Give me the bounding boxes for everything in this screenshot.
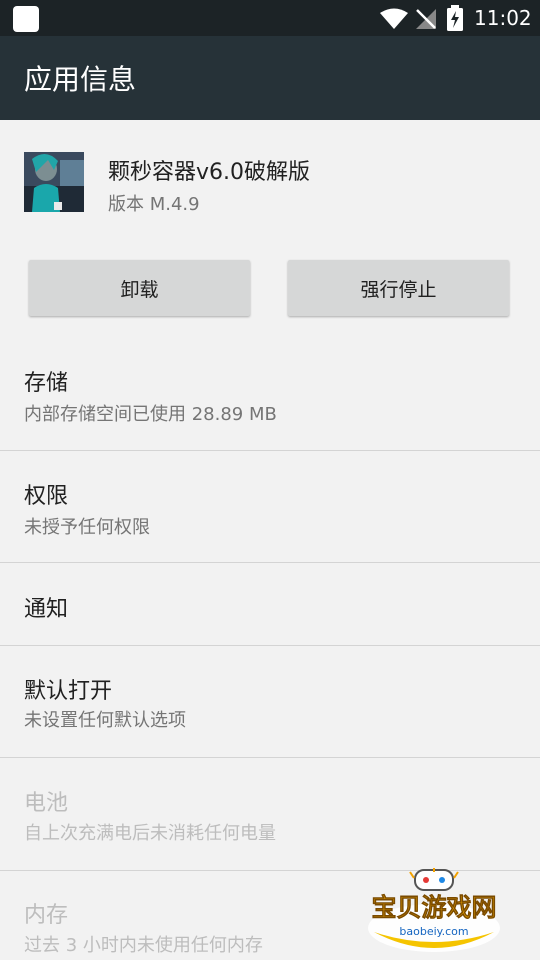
pref-notifications[interactable]: 通知 (0, 563, 540, 645)
app-version: 版本 M.4.9 (108, 194, 200, 215)
force-stop-button[interactable]: 强行停止 (288, 260, 509, 316)
pref-summary: 内部存储空间已使用 28.89 MB (24, 404, 277, 425)
app-name: 颗秒容器v6.0破解版 (108, 160, 311, 185)
pref-title: 默认打开 (24, 679, 113, 704)
pref-summary: 未授予任何权限 (24, 517, 150, 538)
pref-title: 电池 (24, 791, 69, 816)
status-bar: 11:02 (0, 0, 540, 36)
pref-storage[interactable]: 存储 内部存储空间已使用 28.89 MB (0, 338, 540, 450)
pref-title: 通知 (24, 597, 69, 622)
pref-battery: 电池 自上次充满电后未消耗任何电量 (0, 758, 540, 870)
pref-title: 存储 (24, 371, 69, 396)
notification-icon (13, 6, 39, 32)
app-header: 颗秒容器v6.0破解版 版本 M.4.9 (0, 120, 540, 232)
uninstall-button[interactable]: 卸载 (29, 260, 250, 316)
watermark-url: baobeiy.com (399, 925, 468, 938)
pref-summary: 未设置任何默认选项 (24, 710, 186, 731)
pref-title: 权限 (24, 484, 69, 509)
pref-permissions[interactable]: 权限 未授予任何权限 (0, 451, 540, 562)
app-icon (24, 152, 84, 212)
battery-charging-icon (447, 5, 463, 31)
pref-open-by-default[interactable]: 默认打开 未设置任何默认选项 (0, 646, 540, 757)
pref-summary: 自上次充满电后未消耗任何电量 (24, 823, 276, 844)
pref-title: 内存 (24, 903, 69, 928)
pref-summary: 过去 3 小时内未使用任何内存 (24, 935, 263, 956)
wifi-icon (380, 8, 408, 29)
page-title: 应用信息 (24, 63, 137, 96)
baobeiy-watermark-logo: 宝贝游戏网 baobeiy.com (368, 868, 500, 952)
status-time: 11:02 (474, 6, 532, 30)
no-sim-signal-icon (416, 9, 436, 29)
app-bar: 应用信息 (0, 36, 540, 120)
watermark-name: 宝贝游戏网 (371, 893, 496, 922)
